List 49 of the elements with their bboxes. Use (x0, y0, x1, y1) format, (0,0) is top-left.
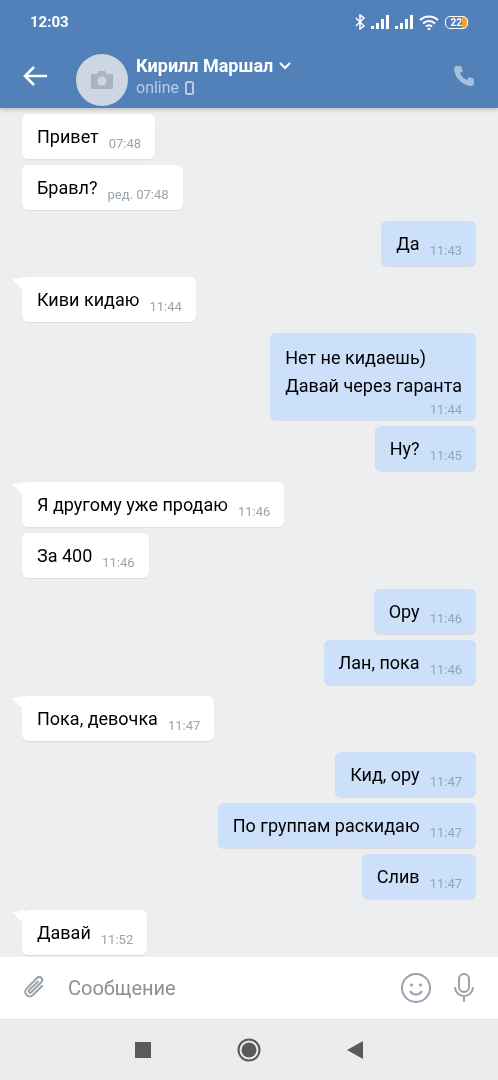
camera-icon (89, 70, 115, 90)
message-text: Да (396, 232, 420, 255)
back-button-icon[interactable] (347, 1041, 363, 1059)
message-text: Бравл? (37, 176, 98, 199)
message-text: Ну? (389, 437, 420, 460)
clock: 12:03 (30, 13, 69, 31)
chevron-down-icon[interactable] (279, 61, 292, 70)
message-time: 11:46 (102, 555, 135, 570)
signal-icon (394, 15, 413, 29)
message-time: 11:46 (237, 504, 271, 519)
message-text: Я другому уже продаю (37, 493, 228, 516)
message-text: Нет не кидаешь) Давай через гаранта (285, 346, 462, 398)
message-time: 11:44 (429, 402, 462, 417)
message-time: 11:45 (429, 448, 462, 463)
home-button-icon[interactable] (237, 1038, 261, 1062)
message-text: Пока, девочка (37, 707, 158, 730)
wifi-icon (418, 14, 439, 30)
message-text: Привет (37, 125, 99, 148)
message-text: Ору (388, 600, 420, 623)
microphone-icon[interactable] (452, 972, 476, 1004)
message-time: 07:48 (108, 136, 142, 151)
message-text: Кид, ору (350, 763, 420, 786)
message-time: 11:47 (429, 876, 462, 891)
back-arrow-icon[interactable] (22, 65, 48, 87)
call-icon[interactable] (452, 64, 476, 88)
message-time: 11:47 (167, 718, 201, 733)
online-status: online (136, 78, 180, 97)
message-time: 11:47 (429, 774, 462, 789)
contact-name[interactable]: Кирилл Маршал (136, 55, 274, 76)
message-time: 11:46 (429, 662, 462, 677)
avatar[interactable] (76, 54, 128, 106)
message-text: По группам раскидаю (232, 814, 420, 837)
message-text: Давай (37, 921, 91, 944)
message-time: 11:47 (429, 825, 462, 840)
message-time: 11:44 (149, 299, 182, 314)
message-time: 11:52 (100, 932, 134, 947)
battery-indicator: 22 (444, 15, 468, 29)
message-text: Киви кидаю (37, 288, 140, 311)
message-time: 11:46 (429, 611, 462, 626)
message-time: 11:43 (429, 243, 462, 258)
bluetooth-icon (354, 14, 365, 30)
message-text: Слив (376, 865, 420, 888)
message-text: За 400 (37, 544, 93, 567)
signal-icon (370, 15, 389, 29)
smiley-icon[interactable] (400, 972, 432, 1004)
message-composer[interactable]: Сообщение (0, 957, 498, 1020)
phone-device-icon (185, 80, 195, 95)
message-time: ред. 07:48 (107, 187, 169, 202)
message-text: Лан, пока (338, 651, 420, 674)
